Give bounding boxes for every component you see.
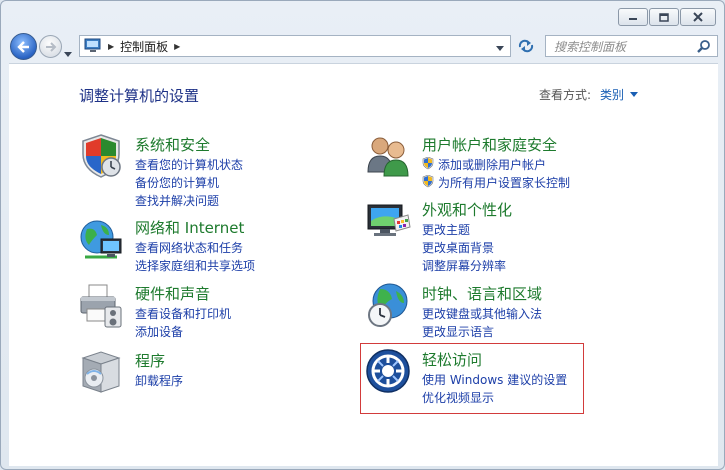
link-add-remove-users[interactable]: 添加或删除用户帐户 — [422, 156, 546, 173]
arrow-left-icon — [16, 40, 29, 53]
breadcrumb-control-panel[interactable]: 控制面板 — [120, 38, 168, 55]
recent-pages-button[interactable] — [64, 43, 72, 62]
chevron-down-icon — [630, 91, 639, 97]
link-change-theme[interactable]: 更改主题 — [422, 221, 470, 238]
category-appearance: 外观和个性化 更改主题 更改桌面背景 调整屏幕分辨率 — [364, 197, 614, 273]
printer-icon — [80, 284, 122, 328]
shield-icon — [82, 134, 121, 178]
address-dropdown-button[interactable] — [496, 41, 504, 55]
link-change-display-language[interactable]: 更改显示语言 — [422, 323, 494, 340]
link-adjust-resolution[interactable]: 调整屏幕分辨率 — [422, 257, 506, 274]
category-title-appearance[interactable]: 外观和个性化 — [422, 199, 512, 220]
link-add-remove-users-label: 添加或删除用户帐户 — [438, 158, 547, 172]
navigation-bar: ▶ 控制面板 ▶ 搜索控制面板 — [1, 31, 724, 62]
maximize-icon — [659, 12, 669, 22]
category-title-programs[interactable]: 程序 — [135, 350, 165, 371]
users-icon — [367, 137, 409, 177]
close-button[interactable] — [680, 8, 716, 26]
search-placeholder: 搜索控制面板 — [554, 39, 627, 54]
category-system-security: 系统和安全 查看您的计算机状态 备份您的计算机 查找并解决问题 — [77, 132, 327, 208]
search-input[interactable]: 搜索控制面板 — [545, 35, 718, 57]
category-title-system[interactable]: 系统和安全 — [135, 134, 210, 155]
category-title-users[interactable]: 用户帐户和家庭安全 — [422, 134, 557, 155]
maximize-button[interactable] — [649, 8, 679, 26]
search-icon[interactable] — [697, 39, 711, 53]
link-homegroup-sharing[interactable]: 选择家庭组和共享选项 — [135, 257, 255, 274]
highlight-box — [360, 343, 584, 414]
forward-button[interactable] — [39, 35, 62, 58]
refresh-button[interactable] — [515, 36, 537, 56]
link-parental-controls[interactable]: 为所有用户设置家长控制 — [422, 174, 570, 191]
link-troubleshoot[interactable]: 查找并解决问题 — [135, 192, 219, 209]
address-bar[interactable]: ▶ 控制面板 ▶ — [79, 35, 511, 57]
category-clock-language-region: 时钟、语言和区域 更改键盘或其他输入法 更改显示语言 — [364, 281, 614, 341]
category-network-internet: 网络和 Internet 查看网络状态和任务 选择家庭组和共享选项 — [77, 215, 327, 275]
back-button[interactable] — [10, 33, 37, 60]
chevron-down-icon — [64, 52, 72, 57]
category-title-network[interactable]: 网络和 Internet — [135, 217, 244, 238]
link-add-device[interactable]: 添加设备 — [135, 323, 183, 340]
link-parental-controls-label: 为所有用户设置家长控制 — [438, 176, 571, 190]
chevron-down-icon — [496, 46, 504, 51]
view-by-value: 类别 — [600, 88, 625, 102]
link-devices-printers[interactable]: 查看设备和打印机 — [135, 305, 231, 322]
computer-icon — [84, 38, 101, 52]
network-globe-icon — [80, 220, 122, 259]
category-programs: 程序 卸载程序 — [77, 348, 327, 398]
window-controls — [618, 8, 716, 26]
monitor-palette-icon — [367, 204, 411, 236]
link-network-status[interactable]: 查看网络状态和任务 — [135, 239, 243, 256]
category-title-clock[interactable]: 时钟、语言和区域 — [422, 283, 542, 304]
link-change-desktop-background[interactable]: 更改桌面背景 — [422, 239, 494, 256]
globe-clock-icon — [368, 283, 408, 327]
breadcrumb-arrow-icon[interactable]: ▶ — [174, 42, 180, 51]
link-view-computer-status[interactable]: 查看您的计算机状态 — [135, 156, 243, 173]
category-user-accounts: 用户帐户和家庭安全 添加或删除用户帐户 为所有用户设置家长控制 — [364, 132, 614, 192]
view-by-label: 查看方式: — [539, 88, 592, 102]
link-uninstall-program[interactable]: 卸载程序 — [135, 372, 183, 389]
category-hardware-sound: 硬件和声音 查看设备和打印机 添加设备 — [77, 281, 327, 341]
uac-shield-icon — [422, 175, 434, 188]
uac-shield-icon — [422, 157, 434, 170]
content-area: 调整计算机的设置 查看方式: 类别 系统和安全 查看您的计算机状态 备份您的计算… — [9, 63, 718, 466]
minimize-button[interactable] — [618, 8, 648, 26]
breadcrumb-arrow-icon: ▶ — [108, 41, 115, 51]
category-title-hardware[interactable]: 硬件和声音 — [135, 283, 210, 304]
minimize-icon — [629, 18, 637, 20]
control-panel-window: ▶ 控制面板 ▶ 搜索控制面板 调整计算机的设置 查看方式: 类别 系统和安全 … — [0, 0, 725, 470]
close-icon — [693, 12, 703, 22]
refresh-icon — [518, 39, 534, 53]
page-title: 调整计算机的设置 — [79, 87, 200, 105]
link-change-input-method[interactable]: 更改键盘或其他输入法 — [422, 305, 542, 322]
view-by-dropdown[interactable]: 类别 — [600, 86, 639, 103]
arrow-right-icon — [45, 41, 56, 52]
programs-box-icon — [81, 351, 121, 393]
title-bar — [1, 1, 724, 31]
link-backup-computer[interactable]: 备份您的计算机 — [135, 174, 219, 191]
